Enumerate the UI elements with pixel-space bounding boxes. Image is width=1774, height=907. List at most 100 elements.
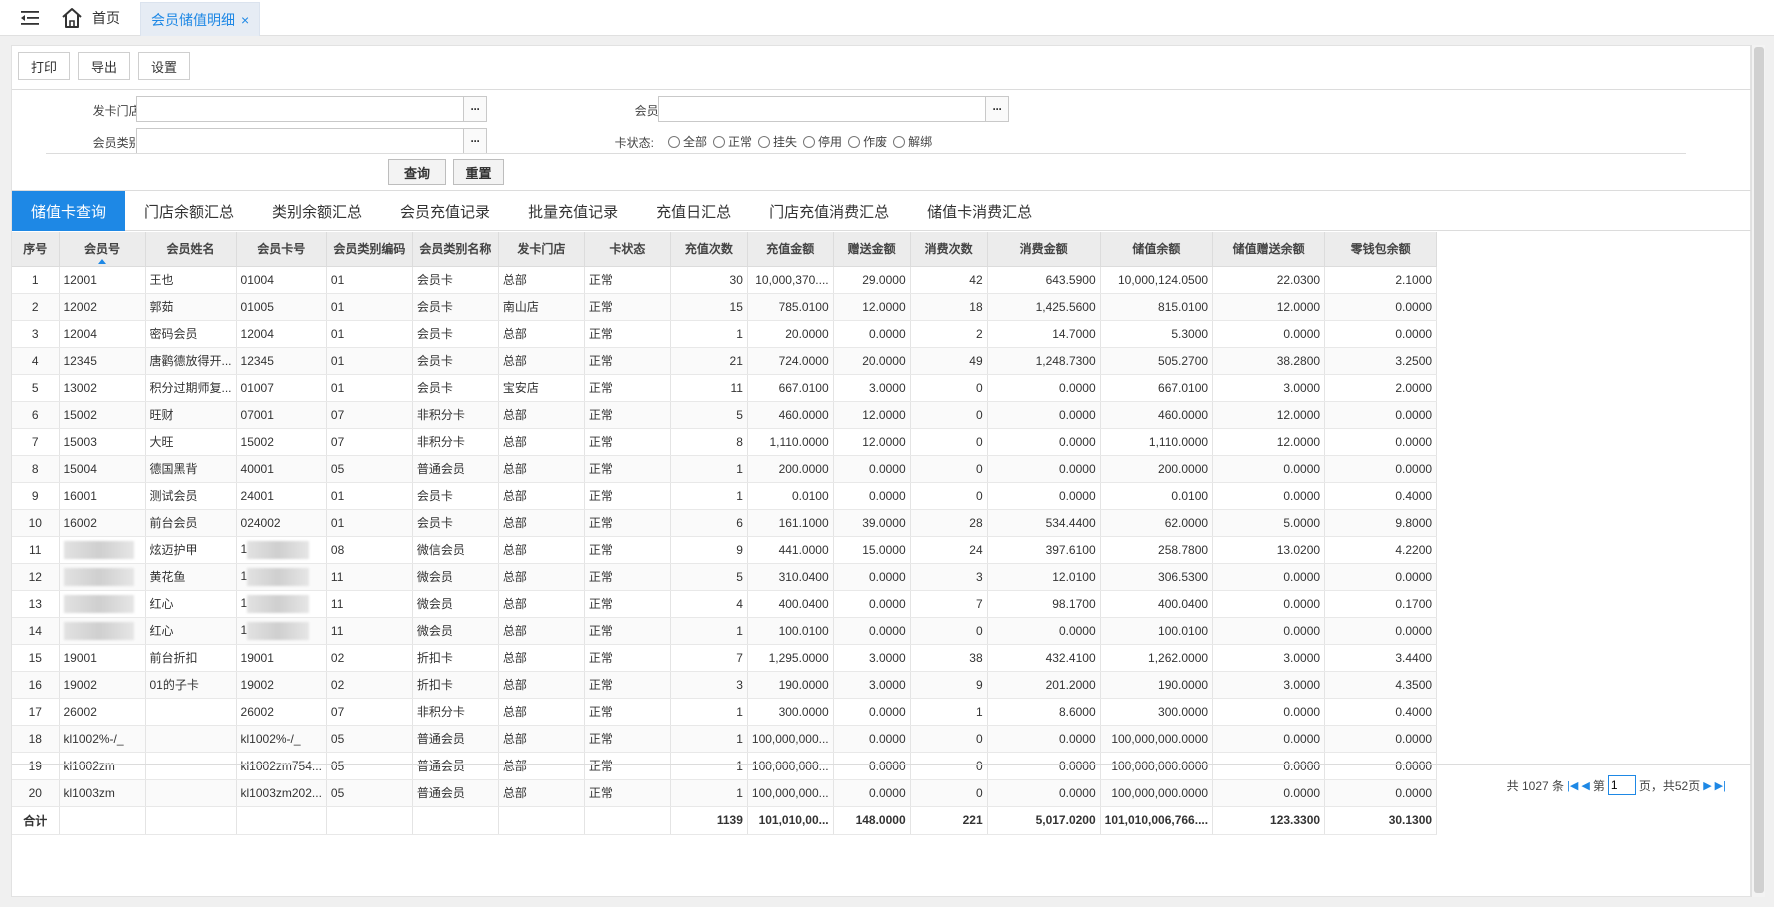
- table-row[interactable]: 8 15004 德国黑背 40001 05 普通会员 总部 正常 1 200.0000 0.0000…: [12, 455, 1438, 483]
- column-header[interactable]: 会员类别名称: [412, 232, 499, 267]
- radio-status-normal[interactable]: 正常: [713, 133, 752, 150]
- table-row[interactable]: 3 12004 密码会员 12004 01 会员卡 总部 正常 1 20.0000 0.0000 2 1…: [12, 320, 1438, 348]
- prev-page-icon[interactable]: ◀: [1581, 779, 1589, 792]
- column-header[interactable]: 赠送金额: [833, 232, 911, 267]
- table-row[interactable]: 6 15002 旺财 07001 07 非积分卡 总部 正常 5 460.0000 12.0000 0…: [12, 401, 1438, 429]
- subtab-card-consumption-summary[interactable]: 储值卡消费汇总: [908, 191, 1051, 231]
- table-cell: 5: [670, 563, 748, 591]
- table-cell: 15002: [236, 428, 327, 456]
- menu-toggle-icon[interactable]: [20, 9, 40, 27]
- table-row[interactable]: 1 12001 王也 01004 01 会员卡 总部 正常 30 10,000,370.... 29…: [12, 266, 1438, 294]
- table-cell: 0: [910, 428, 988, 456]
- table-cell: 19: [12, 752, 60, 780]
- query-button[interactable]: 查询: [388, 159, 446, 185]
- table-row[interactable]: 20 kl1003zm kl1003zm202... 05 普通会员 总部 正常 1 100,0…: [12, 779, 1438, 807]
- radio-status-all[interactable]: 全部: [668, 133, 707, 150]
- store-picker-button[interactable]: ···: [463, 96, 487, 122]
- table-row[interactable]: 2 12002 郭茹 01005 01 会员卡 南山店 正常 15 785.0100 12.0000…: [12, 293, 1438, 321]
- last-page-icon[interactable]: ▶|: [1715, 779, 1726, 792]
- table-row[interactable]: 16 19002 01的子卡 19002 02 折扣卡 总部 正常 3 190.0000 3.000…: [12, 671, 1438, 699]
- table-row[interactable]: 17 26002 26002 07 非积分卡 总部 正常 1 300.0000 0.0000 1 8.…: [12, 698, 1438, 726]
- subtab-member-recharge-records[interactable]: 会员充值记录: [381, 191, 509, 231]
- table-row[interactable]: 19 kl1002zm kl1002zm754... 05 普通会员 总部 正常 1 100,0…: [12, 752, 1438, 780]
- table-cell: 667.0100: [747, 374, 834, 402]
- radio-status-unbound[interactable]: 解绑: [893, 133, 932, 150]
- table-cell: 0.0000: [1212, 482, 1326, 510]
- subtab-store-balance-summary[interactable]: 门店余额汇总: [125, 191, 253, 231]
- next-page-icon[interactable]: ▶: [1703, 779, 1711, 792]
- export-button[interactable]: 导出: [78, 52, 131, 80]
- table-cell: 0.0000: [987, 374, 1101, 402]
- store-input[interactable]: [136, 96, 464, 122]
- subtab-stored-value-query[interactable]: 储值卡查询: [12, 191, 126, 231]
- table-row[interactable]: 12 黄花鱼 1 11 微会员 总部 正常 5 310.0400 0.0000 3 12.0100 30…: [12, 563, 1438, 591]
- table-cell: 0.0000: [1324, 779, 1438, 807]
- scrollbar-thumb[interactable]: [1754, 47, 1764, 893]
- radio-circle-icon[interactable]: [668, 135, 680, 148]
- subtab-daily-recharge-summary[interactable]: 充值日汇总: [637, 191, 750, 231]
- table-cell: 0.0000: [1212, 698, 1326, 726]
- total-cell: [236, 806, 327, 835]
- column-header[interactable]: 序号: [12, 232, 60, 267]
- category-picker-button[interactable]: ···: [463, 128, 487, 154]
- column-header[interactable]: 发卡门店: [498, 232, 585, 267]
- table-cell: 432.4100: [987, 644, 1101, 672]
- table-cell: 0.0000: [1324, 752, 1438, 780]
- column-header[interactable]: 会员卡号: [236, 232, 327, 267]
- settings-button[interactable]: 设置: [138, 52, 191, 80]
- member-picker-button[interactable]: ···: [985, 96, 1009, 122]
- column-header[interactable]: 储值赠送余额: [1212, 232, 1326, 267]
- table-row[interactable]: 4 12345 唐鹳德放得开... 12345 01 会员卡 总部 正常 21 724.0000 2…: [12, 347, 1438, 375]
- radio-status-void[interactable]: 作废: [848, 133, 887, 150]
- table-cell: 非积分卡: [412, 698, 499, 726]
- table-cell: 2.0000: [1324, 374, 1438, 402]
- table-cell: 100.0100: [1100, 617, 1214, 645]
- category-input[interactable]: [136, 128, 464, 154]
- column-header[interactable]: 卡状态: [584, 232, 671, 267]
- table-row[interactable]: 15 19001 前台折扣 19001 02 折扣卡 总部 正常 7 1,295.0000 3.00…: [12, 644, 1438, 672]
- column-header[interactable]: 会员姓名: [145, 232, 237, 267]
- column-header[interactable]: 会员号: [59, 232, 146, 267]
- table-row[interactable]: 9 16001 测试会员 24001 01 会员卡 总部 正常 1 0.0100 0.0000 0 0.…: [12, 482, 1438, 510]
- table-row[interactable]: 13 红心 1 11 微会员 总部 正常 4 400.0400 0.0000 7 98.1700 400…: [12, 590, 1438, 618]
- home-tab[interactable]: 首页: [60, 4, 120, 32]
- subtab-store-recharge-consumption-summary[interactable]: 门店充值消费汇总: [750, 191, 908, 231]
- radio-circle-icon[interactable]: [713, 135, 726, 148]
- reset-button[interactable]: 重置: [453, 159, 504, 185]
- member-input[interactable]: [658, 96, 986, 122]
- table-cell: 密码会员: [145, 320, 237, 348]
- column-header[interactable]: 零钱包余额: [1324, 232, 1438, 267]
- page-number-input[interactable]: [1607, 775, 1636, 795]
- column-header[interactable]: 充值金额: [747, 232, 834, 267]
- table-cell: 0.0000: [1212, 320, 1326, 348]
- close-tab-icon[interactable]: ×: [241, 12, 249, 28]
- print-button[interactable]: 打印: [18, 52, 71, 80]
- subtab-batch-recharge-records[interactable]: 批量充值记录: [509, 191, 637, 231]
- table-row[interactable]: 7 15003 大旺 15002 07 非积分卡 总部 正常 8 1,110.0000 12.000…: [12, 428, 1438, 456]
- table-cell: 8.6000: [987, 698, 1101, 726]
- column-header[interactable]: 充值次数: [670, 232, 748, 267]
- table-cell: 会员卡: [412, 266, 499, 294]
- radio-status-disabled[interactable]: 停用: [803, 133, 842, 150]
- first-page-icon[interactable]: |◀: [1567, 779, 1578, 792]
- vertical-scrollbar[interactable]: [1751, 45, 1765, 897]
- table-cell: 15: [670, 293, 748, 321]
- table-row[interactable]: 10 16002 前台会员 024002 01 会员卡 总部 正常 6 161.1000 39.00…: [12, 509, 1438, 537]
- tab-member-stored-value-detail[interactable]: 会员储值明细 ×: [140, 2, 261, 36]
- radio-status-lost[interactable]: 挂失: [758, 133, 797, 150]
- subtab-category-balance-summary[interactable]: 类别余额汇总: [253, 191, 381, 231]
- radio-circle-icon[interactable]: [893, 135, 906, 148]
- table-row[interactable]: 18 kl1002%-/_ kl1002%-/_ 05 普通会员 总部 正常 1 100,000…: [12, 725, 1438, 753]
- table-row[interactable]: 14 红心 1 11 微会员 总部 正常 1 100.0100 0.0000 0 0.0000 100.…: [12, 617, 1438, 645]
- column-header[interactable]: 会员类别编码: [326, 232, 413, 267]
- radio-circle-icon[interactable]: [758, 135, 771, 148]
- column-header[interactable]: 消费金额: [987, 232, 1101, 267]
- radio-circle-icon[interactable]: [803, 135, 816, 148]
- table-cell: 正常: [584, 347, 671, 375]
- column-header[interactable]: 储值余额: [1100, 232, 1214, 267]
- table-row[interactable]: 11 炫迈护甲 1 08 微信会员 总部 正常 9 441.0000 15.0000 24 397.6…: [12, 536, 1438, 564]
- table-cell: 01007: [236, 374, 327, 402]
- column-header[interactable]: 消费次数: [910, 232, 988, 267]
- table-row[interactable]: 5 13002 积分过期师复... 01007 01 会员卡 宝安店 正常 11 667.0100…: [12, 374, 1438, 402]
- radio-circle-icon[interactable]: [848, 135, 861, 148]
